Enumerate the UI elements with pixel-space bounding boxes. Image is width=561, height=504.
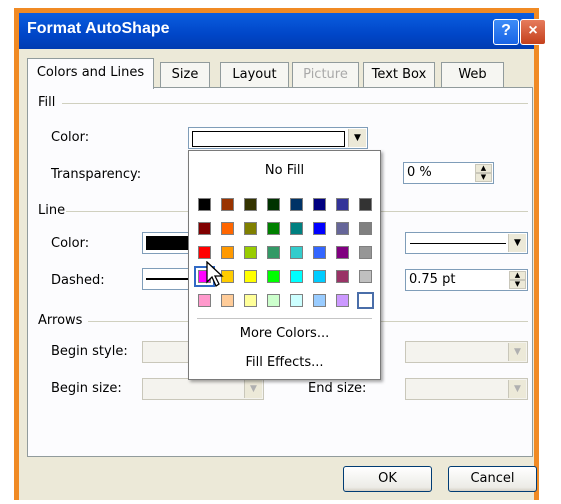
color-swatch[interactable]: [267, 222, 280, 235]
line-style-preview: [410, 243, 506, 244]
transparency-spinner[interactable]: 0 % ▲ ▼: [403, 162, 494, 184]
color-swatch[interactable]: [221, 222, 234, 235]
close-button[interactable]: ×: [520, 19, 546, 45]
transparency-value: 0 %: [407, 165, 432, 180]
line-weight-spinner[interactable]: 0.75 pt ▲ ▼: [405, 269, 528, 291]
fill-color-label: Color:: [51, 130, 90, 145]
color-swatch[interactable]: [290, 270, 303, 283]
fill-divider: [62, 103, 528, 104]
end-size-label: End size:: [308, 381, 367, 396]
color-swatch[interactable]: [221, 294, 234, 307]
line-color-dropdown[interactable]: [142, 232, 192, 254]
line-section-label: Line: [38, 203, 66, 218]
color-swatch[interactable]: [313, 198, 326, 211]
color-swatch[interactable]: [359, 270, 372, 283]
dash-preview: [146, 278, 190, 280]
color-swatch[interactable]: [290, 198, 303, 211]
cancel-button[interactable]: Cancel: [448, 466, 537, 492]
color-swatch[interactable]: [244, 198, 257, 211]
color-swatch[interactable]: [359, 222, 372, 235]
color-swatch[interactable]: [336, 198, 349, 211]
tab-layout[interactable]: Layout: [220, 62, 289, 88]
color-swatch[interactable]: [267, 246, 280, 259]
chevron-down-icon: ▼: [508, 343, 526, 361]
color-swatch[interactable]: [290, 294, 303, 307]
spin-up-icon[interactable]: ▲: [509, 271, 526, 280]
color-picker-popup: No Fill More Colors... Fill Effects...: [188, 150, 381, 380]
dashed-label: Dashed:: [51, 273, 105, 288]
color-swatch[interactable]: [336, 246, 349, 259]
chevron-down-icon: ▼: [508, 380, 526, 398]
spin-up-icon[interactable]: ▲: [475, 164, 492, 173]
line-color-preview: [146, 236, 190, 250]
color-swatch[interactable]: [244, 222, 257, 235]
more-colors-option[interactable]: More Colors...: [189, 326, 380, 341]
fill-section-label: Fill: [38, 95, 56, 110]
chevron-down-icon: ▼: [244, 380, 262, 398]
line-style-dropdown[interactable]: ▼: [405, 232, 528, 254]
tab-web[interactable]: Web: [441, 62, 504, 88]
begin-size-label: Begin size:: [51, 381, 122, 396]
color-swatch[interactable]: [313, 222, 326, 235]
help-button[interactable]: ?: [493, 19, 519, 45]
fill-color-dropdown[interactable]: ▼: [188, 127, 368, 149]
begin-style-label: Begin style:: [51, 344, 128, 359]
color-swatch[interactable]: [313, 294, 326, 307]
tab-strip: Colors and Lines Size Layout Picture Tex…: [27, 58, 527, 89]
window-title: Format AutoShape: [27, 20, 170, 37]
arrows-section-label: Arrows: [38, 313, 83, 328]
fill-color-preview: [192, 131, 345, 147]
color-swatch[interactable]: [244, 294, 257, 307]
color-swatch[interactable]: [244, 246, 257, 259]
begin-style-dropdown: [142, 341, 192, 363]
color-swatch[interactable]: [198, 198, 211, 211]
spin-down-icon[interactable]: ▼: [475, 173, 492, 182]
color-swatch[interactable]: [290, 246, 303, 259]
color-swatch[interactable]: [313, 270, 326, 283]
title-bar: Format AutoShape ? ×: [19, 13, 546, 49]
color-swatch[interactable]: [267, 270, 280, 283]
color-swatch[interactable]: [359, 198, 372, 211]
color-swatch[interactable]: [313, 246, 326, 259]
color-swatch[interactable]: [267, 198, 280, 211]
color-swatch[interactable]: [336, 270, 349, 283]
color-swatch[interactable]: [221, 198, 234, 211]
tab-text-box[interactable]: Text Box: [363, 62, 435, 88]
mouse-cursor-icon: [206, 261, 224, 287]
color-swatch[interactable]: [198, 222, 211, 235]
color-swatch[interactable]: [336, 294, 349, 307]
tab-colors-and-lines[interactable]: Colors and Lines: [27, 58, 154, 89]
line-weight-value: 0.75 pt: [409, 272, 456, 287]
dashed-dropdown[interactable]: [142, 268, 192, 290]
chevron-down-icon[interactable]: ▼: [508, 234, 526, 252]
end-size-dropdown: ▼: [405, 378, 528, 400]
color-swatch[interactable]: [336, 222, 349, 235]
color-swatch[interactable]: [198, 294, 211, 307]
tab-size[interactable]: Size: [160, 62, 210, 88]
color-swatch[interactable]: [267, 294, 280, 307]
end-style-dropdown: ▼: [405, 341, 528, 363]
line-color-label: Color:: [51, 236, 90, 251]
chevron-down-icon[interactable]: ▼: [348, 129, 366, 147]
transparency-label: Transparency:: [51, 167, 142, 182]
no-fill-option[interactable]: No Fill: [189, 163, 380, 178]
color-swatch[interactable]: [244, 270, 257, 283]
color-swatch[interactable]: [290, 222, 303, 235]
popup-separator: [197, 318, 372, 319]
begin-size-dropdown: ▼: [142, 378, 264, 400]
color-swatch[interactable]: [357, 292, 374, 309]
tab-picture: Picture: [292, 62, 359, 88]
spin-down-icon[interactable]: ▼: [509, 280, 526, 289]
fill-effects-option[interactable]: Fill Effects...: [189, 355, 380, 370]
color-swatch[interactable]: [198, 246, 211, 259]
color-swatch[interactable]: [359, 246, 372, 259]
ok-button[interactable]: OK: [343, 466, 432, 492]
color-swatch[interactable]: [221, 246, 234, 259]
